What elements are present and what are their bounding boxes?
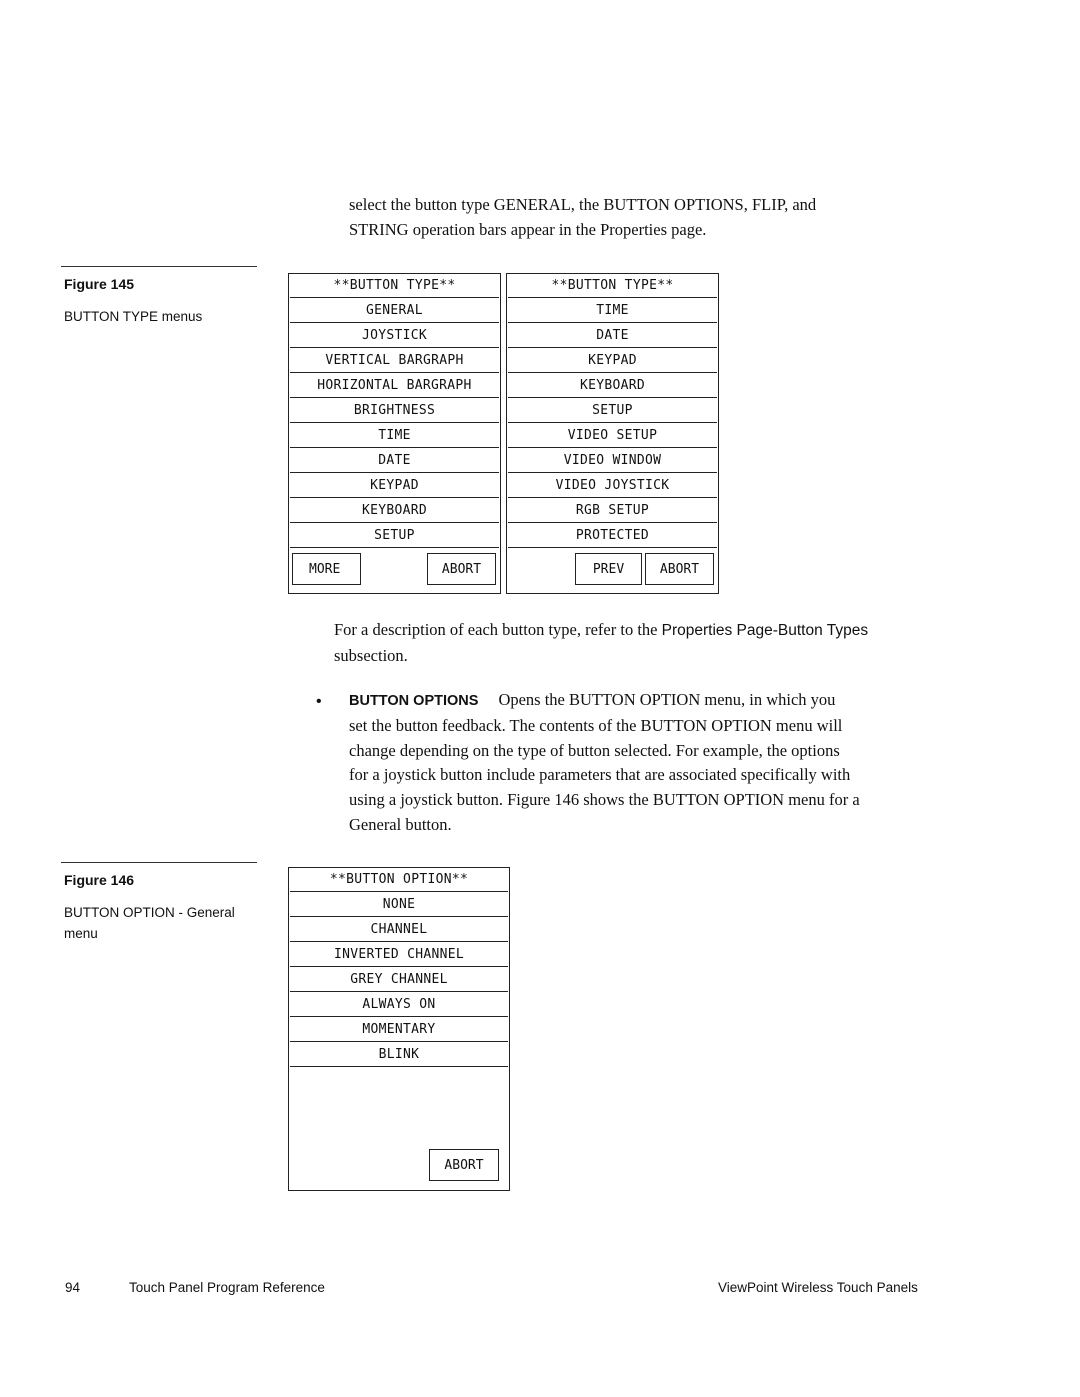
- figure-145-rule: [61, 266, 257, 267]
- menu-item-date[interactable]: DATE: [508, 323, 717, 348]
- menu-header: **BUTTON OPTION**: [290, 868, 508, 892]
- menu-item-blink[interactable]: BLINK: [290, 1042, 508, 1067]
- figure-146-title: Figure 146: [64, 872, 135, 888]
- bullet-text: set the button feedback. The contents of…: [349, 715, 843, 735]
- intro-line: STRING operation bars appear in the Prop…: [349, 219, 707, 239]
- intro-line: select the button type GENERAL, the BUTT…: [349, 195, 817, 214]
- button-type-menu-page-1: **BUTTON TYPE** GENERAL JOYSTICK VERTICA…: [288, 273, 501, 594]
- prev-button[interactable]: PREV: [575, 553, 642, 585]
- menu-item-general[interactable]: GENERAL: [290, 298, 499, 323]
- button-type-menu-page-2: **BUTTON TYPE** TIME DATE KEYPAD KEYBOAR…: [506, 273, 719, 594]
- menu-item-rgb-setup[interactable]: RGB SETUP: [508, 498, 717, 523]
- menu-item-date[interactable]: DATE: [290, 448, 499, 473]
- menu-item-setup[interactable]: SETUP: [290, 523, 499, 548]
- menu-item-always-on[interactable]: ALWAYS ON: [290, 992, 508, 1017]
- bullet-text: Opens the BUTTON OPTION menu, in which y…: [498, 690, 836, 709]
- button-option-menu: **BUTTON OPTION** NONE CHANNEL INVERTED …: [288, 867, 510, 1191]
- footer-right-title: ViewPoint Wireless Touch Panels: [718, 1280, 918, 1295]
- menu-item-momentary[interactable]: MOMENTARY: [290, 1017, 508, 1042]
- figure-145-title: Figure 145: [64, 276, 135, 292]
- bullet-text: for a joystick button include parameters…: [349, 765, 851, 785]
- bullet-term: BUTTON OPTIONS: [349, 693, 479, 709]
- menu-item-keypad[interactable]: KEYPAD: [290, 473, 499, 498]
- menu-item-brightness[interactable]: BRIGHTNESS: [290, 398, 499, 423]
- menu-item-time[interactable]: TIME: [290, 423, 499, 448]
- menu-item-keyboard[interactable]: KEYBOARD: [508, 373, 717, 398]
- intro-paragraph: select the button type GENERAL, the BUTT…: [349, 193, 909, 243]
- abort-button[interactable]: ABORT: [429, 1149, 499, 1181]
- menu-item-inverted-channel[interactable]: INVERTED CHANNEL: [290, 942, 508, 967]
- bullet-text: General button.: [349, 814, 452, 834]
- menu-item-keyboard[interactable]: KEYBOARD: [290, 498, 499, 523]
- figure-146-caption: BUTTON OPTION - General menu: [64, 905, 235, 941]
- menu-item-setup[interactable]: SETUP: [508, 398, 717, 423]
- menu-item-video-joystick[interactable]: VIDEO JOYSTICK: [508, 473, 717, 498]
- menu-item-time[interactable]: TIME: [508, 298, 717, 323]
- menu-item-none[interactable]: NONE: [290, 892, 508, 917]
- menu-header: **BUTTON TYPE**: [290, 274, 499, 298]
- menu-item-keypad[interactable]: KEYPAD: [508, 348, 717, 373]
- figure-146-rule: [61, 862, 257, 863]
- menu-item-vertical-bargraph[interactable]: VERTICAL BARGRAPH: [290, 348, 499, 373]
- menu-item-channel[interactable]: CHANNEL: [290, 917, 508, 942]
- cross-reference-link[interactable]: Properties Page-Button Types: [662, 622, 869, 639]
- footer-left-title: Touch Panel Program Reference: [129, 1280, 325, 1295]
- page-number: 94: [65, 1280, 81, 1295]
- description-text: For a description of each button type, r…: [334, 620, 662, 639]
- menu-item-horizontal-bargraph[interactable]: HORIZONTAL BARGRAPH: [290, 373, 499, 398]
- menu-item-protected[interactable]: PROTECTED: [508, 523, 717, 548]
- menu-header: **BUTTON TYPE**: [508, 274, 717, 298]
- menu-item-grey-channel[interactable]: GREY CHANNEL: [290, 967, 508, 992]
- menu-item-video-setup[interactable]: VIDEO SETUP: [508, 423, 717, 448]
- bullet-text: using a joystick button. Figure 146 show…: [349, 790, 860, 810]
- description-paragraph: For a description of each button type, r…: [334, 618, 934, 669]
- figure-145-caption: BUTTON TYPE menus: [64, 309, 203, 324]
- bullet-marker: •: [316, 693, 322, 710]
- bullet-text: change depending on the type of button s…: [349, 740, 840, 760]
- menu-item-joystick[interactable]: JOYSTICK: [290, 323, 499, 348]
- abort-button[interactable]: ABORT: [645, 553, 714, 585]
- menu-item-video-window[interactable]: VIDEO WINDOW: [508, 448, 717, 473]
- abort-button[interactable]: ABORT: [427, 553, 496, 585]
- bullet-paragraph: BUTTON OPTIONS Opens the BUTTON OPTION me…: [349, 688, 929, 838]
- more-button[interactable]: MORE: [292, 553, 361, 585]
- description-text: subsection.: [334, 645, 408, 665]
